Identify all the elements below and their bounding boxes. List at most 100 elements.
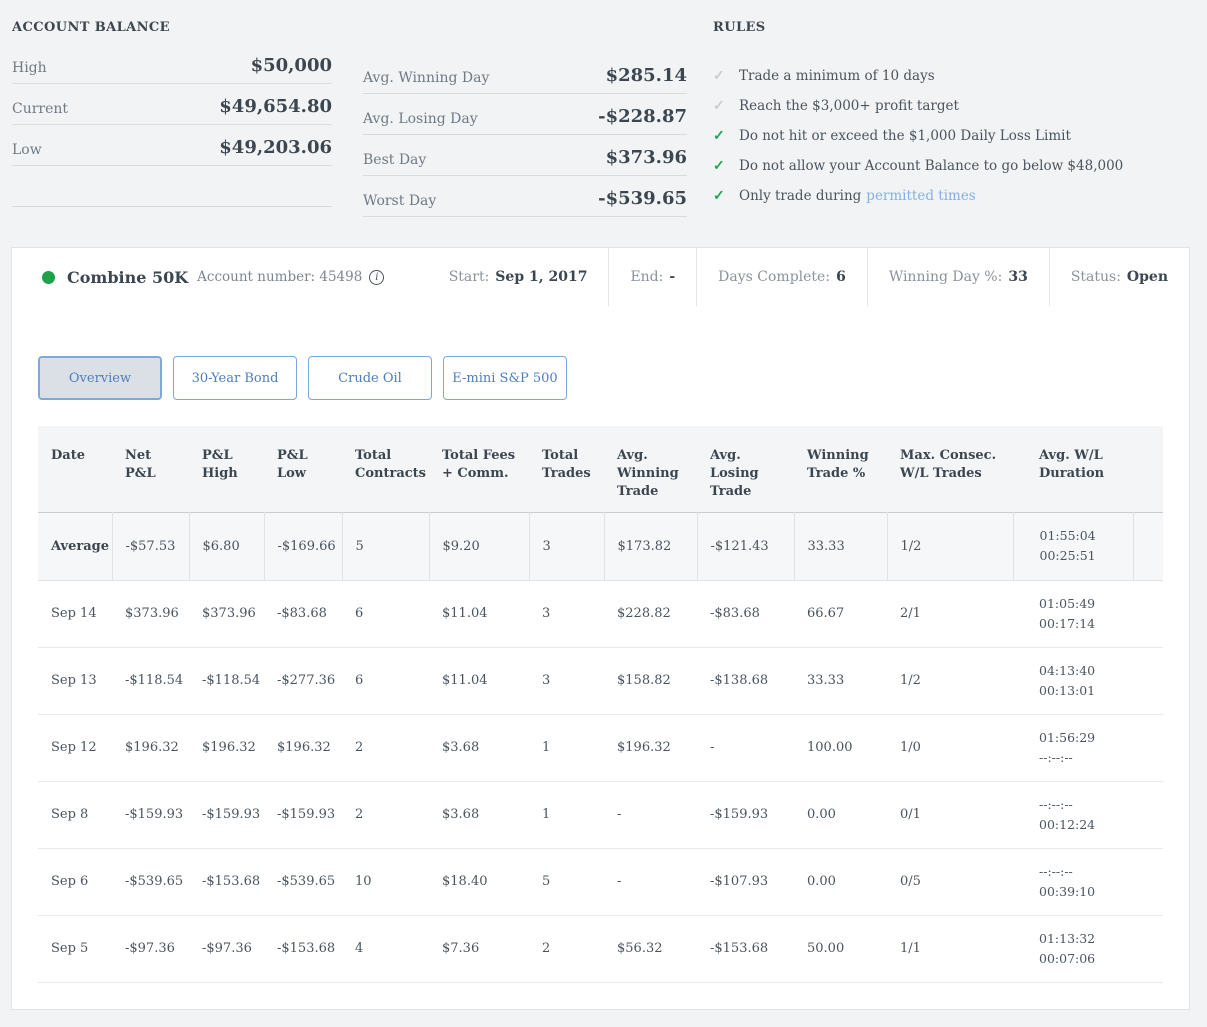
combine-stat-winning-day: Winning Day %: 33: [866, 248, 1049, 306]
rule-text: Trade a minimum of 10 days: [739, 68, 935, 84]
status-dot-icon: [42, 270, 55, 284]
rules-section: RULES ✓ Trade a minimum of 10 days ✓ Rea…: [713, 20, 1203, 211]
tab-bar: Overview 30-Year Bond Crude Oil E-mini S…: [38, 356, 578, 400]
check-icon: ✓: [713, 188, 725, 204]
stat-row: Best Day $373.96: [363, 135, 687, 176]
cell-pnl-high: $373.96: [189, 580, 264, 648]
cell-max-consec-wl: 0/1: [887, 781, 1013, 849]
stat-label: Current: [12, 101, 69, 117]
stat-value: $49,203.06: [219, 137, 332, 158]
combine-card-header: Combine 50K Account number: 45498 i Star…: [12, 248, 1189, 306]
check-icon: ✓: [713, 128, 725, 144]
combine-stats: Start: Sep 1, 2017 End: - Days Complete:…: [428, 248, 1189, 306]
cell-avg-winning-trade: $228.82: [604, 580, 697, 648]
column-header-total-trades: Total Trades: [529, 426, 604, 512]
cell-total-trades: 1: [529, 714, 604, 782]
stat-value: $285.14: [605, 65, 687, 86]
stat-row: [12, 166, 332, 207]
cell-spacer: [1133, 915, 1163, 983]
cell-avg-wl-duration: 01:05:49 00:17:14: [1013, 580, 1133, 648]
cell-spacer: [1133, 848, 1163, 916]
column-header-net-p-l: Net P&L: [112, 426, 189, 512]
column-header-avg-w-l-duration: Avg. W/L Duration: [1013, 426, 1133, 512]
cell-total-trades: 3: [529, 580, 604, 648]
cell-pnl-high: -$118.54: [189, 647, 264, 715]
duration-loss: 00:25:51: [1039, 548, 1096, 563]
cell-pnl-low: -$169.66: [263, 512, 342, 580]
combine-stat-end: End: -: [608, 248, 696, 306]
cell-pnl-low: -$539.65: [264, 848, 342, 916]
check-icon: ✓: [713, 158, 725, 174]
cell-pnl-high: -$159.93: [189, 781, 264, 849]
column-header-winning-trade: Winning Trade %: [794, 426, 887, 512]
cell-total-contracts: 2: [342, 714, 429, 782]
duration-win: 01:56:29: [1039, 729, 1096, 745]
cell-net-pnl: -$159.93: [112, 781, 189, 849]
combine-stat-label: Start:: [448, 269, 490, 285]
cell-pnl-low: -$277.36: [264, 647, 342, 715]
rule-text: Do not allow your Account Balance to go …: [739, 158, 1124, 174]
combine-stat-value: Sep 1, 2017: [495, 269, 588, 285]
stat-value: $49,654.80: [219, 96, 332, 117]
rule-item: ✓ Reach the $3,000+ profit target: [713, 91, 1203, 121]
tab-overview[interactable]: Overview: [38, 356, 162, 400]
info-icon[interactable]: i: [369, 269, 385, 285]
tab-crude-oil[interactable]: Crude Oil: [308, 356, 432, 400]
stat-row: Avg. Winning Day $285.14: [363, 53, 687, 94]
cell-winning-trade-pct: 33.33: [793, 512, 887, 580]
cell-avg-wl-duration: --:--:-- 00:39:10: [1013, 848, 1133, 916]
cell-max-consec-wl: 1/2: [887, 647, 1013, 715]
cell-net-pnl: -$539.65: [112, 848, 189, 916]
combine-identity: Combine 50K Account number: 45498 i: [12, 248, 385, 306]
rule-item: ✓ Do not allow your Account Balance to g…: [713, 151, 1203, 181]
stat-row: High $50,000: [12, 43, 332, 84]
duration-loss: 00:07:06: [1039, 950, 1096, 966]
combine-stat-label: End:: [630, 269, 664, 285]
permitted-times-link[interactable]: permitted times: [866, 188, 975, 204]
stat-row: Avg. Losing Day -$228.87: [363, 94, 687, 135]
rule-item: ✓ Trade a minimum of 10 days: [713, 61, 1203, 91]
table-row: Sep 13 -$118.54 -$118.54 -$277.36 6 $11.…: [38, 647, 1163, 715]
cell-net-pnl: -$97.36: [112, 915, 189, 983]
cell-total-trades: 3: [529, 647, 604, 715]
stat-label: High: [12, 60, 47, 76]
cell-avg-wl-duration: 01:56:29 --:--:--: [1013, 714, 1133, 782]
rule-text: Reach the $3,000+ profit target: [739, 98, 959, 114]
stat-row: Worst Day -$539.65: [363, 176, 687, 217]
cell-avg-losing-trade: -$107.93: [697, 848, 794, 916]
rule-item: ✓ Only trade during permitted times: [713, 181, 1203, 211]
cell-total-contracts: 6: [342, 647, 429, 715]
rule-text: Only trade during permitted times: [739, 188, 976, 204]
column-header-total-contracts: Total Contracts: [342, 426, 429, 512]
tab-e-mini-s-p-500[interactable]: E-mini S&P 500: [443, 356, 567, 400]
cell-avg-wl-duration: 01:55:04 00:25:51: [1012, 512, 1133, 580]
column-header-max-consec-w-l-trades: Max. Consec. W/L Trades: [887, 426, 1013, 512]
stat-label: Low: [12, 142, 42, 158]
stat-value: -$228.87: [598, 106, 687, 127]
cell-max-consec-wl: 1/0: [887, 714, 1013, 782]
duration-loss: 00:39:10: [1039, 883, 1096, 899]
column-header-date: Date: [38, 426, 112, 512]
cell-winning-trade-pct: 33.33: [794, 647, 887, 715]
duration-win: --:--:--: [1039, 863, 1073, 879]
cell-avg-losing-trade: -$83.68: [697, 580, 794, 648]
stat-value: -$539.65: [598, 188, 687, 209]
cell-spacer: [1133, 781, 1163, 849]
cell-pnl-low: $196.32: [264, 714, 342, 782]
cell-net-pnl: $196.32: [112, 714, 189, 782]
cell-spacer: [1133, 714, 1163, 782]
cell-winning-trade-pct: 100.00: [794, 714, 887, 782]
account-balance-title: ACCOUNT BALANCE: [12, 20, 170, 35]
cell-total-trades: 3: [528, 512, 604, 580]
combine-stat-label: Days Complete:: [718, 269, 831, 285]
stat-row: Low $49,203.06: [12, 125, 332, 166]
tab-30-year-bond[interactable]: 30-Year Bond: [173, 356, 297, 400]
cell-pnl-low: -$83.68: [264, 580, 342, 648]
duration-win: --:--:--: [1039, 796, 1073, 812]
combine-card: Combine 50K Account number: 45498 i Star…: [11, 247, 1190, 1010]
duration-win: 01:13:32: [1039, 930, 1096, 946]
table-row: Sep 5 -$97.36 -$97.36 -$153.68 4 $7.36 2…: [38, 915, 1163, 983]
cell-total-contracts: 4: [342, 915, 429, 983]
check-icon: ✓: [713, 68, 725, 84]
cell-spacer: [1133, 647, 1163, 715]
